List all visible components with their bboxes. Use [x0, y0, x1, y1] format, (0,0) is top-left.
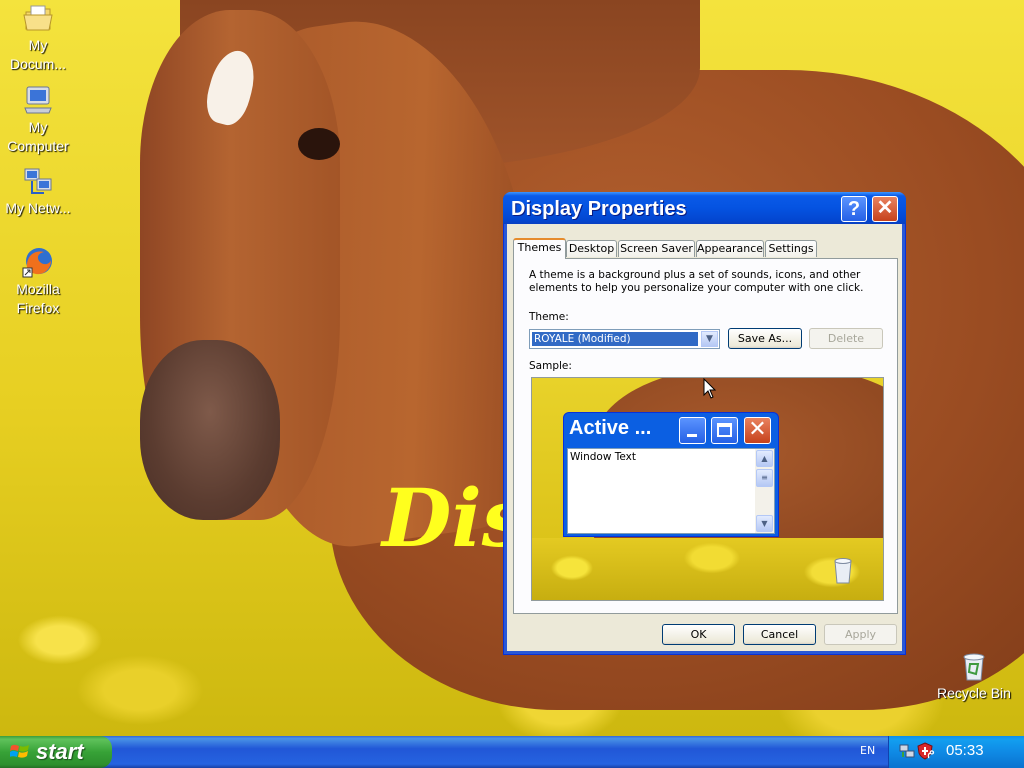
desktop-icon-label: Mozilla Firefox	[16, 281, 60, 316]
sample-scrollbar: ▲ ≡ ▼	[755, 449, 774, 533]
firefox-icon	[22, 246, 54, 278]
sample-window-title: Active ...	[569, 417, 652, 439]
sample-wallpaper-flowers	[532, 538, 883, 600]
desktop-icon-label: My Netw...	[5, 200, 71, 216]
minimize-icon	[679, 417, 706, 444]
help-button[interactable]: ?	[841, 196, 867, 222]
scroll-up-icon: ▲	[756, 450, 773, 467]
recycle-bin-icon	[958, 650, 990, 682]
desktop-icon-label: Recycle Bin	[937, 685, 1011, 701]
clock-am-pm: م	[927, 743, 936, 758]
start-button[interactable]: start	[0, 736, 112, 768]
tab-desktop[interactable]: Desktop	[566, 240, 617, 257]
mouse-cursor-icon	[703, 378, 717, 399]
close-icon: ✕	[744, 417, 771, 444]
tab-label: Appearance	[697, 242, 764, 255]
help-icon: ?	[847, 198, 861, 220]
network-tray-icon[interactable]	[899, 743, 915, 759]
desktop-icon-label: My Docum...	[9, 37, 66, 72]
themes-panel: A theme is a background plus a set of so…	[513, 258, 898, 614]
recycle-bin-icon	[832, 556, 854, 584]
display-properties-window: Display Properties ? ✕ Themes Desktop Sc…	[503, 192, 906, 655]
maximize-icon	[711, 417, 738, 444]
start-label: start	[36, 739, 84, 764]
theme-sample-preview: Active ... ✕ Window Text ▲ ≡ ▼	[531, 377, 884, 601]
save-as-button[interactable]: Save As...	[728, 328, 802, 349]
close-icon: ✕	[876, 197, 894, 219]
tab-appearance[interactable]: Appearance	[696, 240, 764, 257]
desktop-icon-my-computer[interactable]: My Computer	[0, 84, 76, 156]
desktop-icon-label: My Computer	[7, 119, 69, 154]
sample-active-window: Active ... ✕ Window Text ▲ ≡ ▼	[563, 412, 779, 537]
theme-dropdown-value: ROYALE (Modified)	[532, 332, 698, 346]
clock[interactable]: 05:33	[946, 742, 984, 759]
theme-description: A theme is a background plus a set of so…	[529, 269, 864, 294]
theme-label: Theme:	[529, 311, 569, 323]
tab-settings[interactable]: Settings	[765, 240, 817, 257]
tab-screen-saver[interactable]: Screen Saver	[618, 240, 695, 257]
window-titlebar[interactable]: Display Properties ? ✕	[503, 192, 906, 224]
tab-themes[interactable]: Themes	[513, 238, 566, 259]
sample-window-text: Window Text	[570, 451, 636, 463]
cancel-button[interactable]: Cancel	[743, 624, 816, 645]
sample-label: Sample:	[529, 360, 572, 372]
close-button[interactable]: ✕	[872, 196, 898, 222]
tab-label: Desktop	[568, 242, 615, 255]
ok-button[interactable]: OK	[662, 624, 735, 645]
desktop-icon-mozilla-firefox[interactable]: Mozilla Firefox	[0, 246, 76, 318]
language-indicator[interactable]: EN	[860, 744, 875, 757]
tab-label: Screen Saver	[620, 242, 693, 255]
tab-label: Themes	[517, 241, 562, 254]
scroll-down-icon: ▼	[756, 515, 773, 532]
network-icon	[22, 165, 54, 197]
delete-button[interactable]: Delete	[809, 328, 883, 349]
desktop-icon-my-network[interactable]: My Netw...	[0, 165, 76, 218]
wallpaper-horse-muzzle	[140, 340, 280, 520]
theme-dropdown[interactable]: ROYALE (Modified) ▼	[529, 329, 720, 349]
system-tray: م 05:33	[888, 736, 1024, 768]
window-title: Display Properties	[511, 198, 687, 220]
chevron-down-icon[interactable]: ▼	[701, 331, 718, 347]
taskbar: start EN م 05:33	[0, 736, 1024, 768]
desktop-icon-my-documents[interactable]: My Docum...	[0, 2, 76, 74]
tab-label: Settings	[768, 242, 814, 255]
apply-button[interactable]: Apply	[824, 624, 897, 645]
scroll-thumb: ≡	[756, 469, 773, 487]
sample-window-client: Window Text ▲ ≡ ▼	[567, 448, 775, 534]
wallpaper-horse-eye	[298, 128, 340, 160]
computer-icon	[22, 84, 54, 116]
folder-icon	[22, 2, 54, 34]
desktop-icon-recycle-bin[interactable]: Recycle Bin	[936, 650, 1012, 703]
windows-logo-icon	[10, 744, 29, 758]
